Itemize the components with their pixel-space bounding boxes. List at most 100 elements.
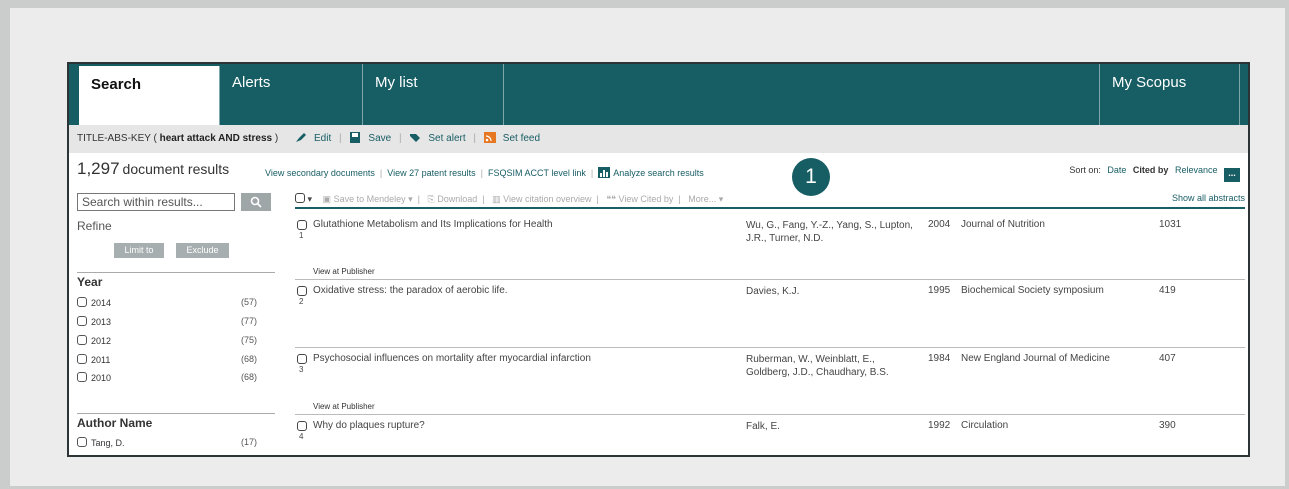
more-options-button[interactable]: ... xyxy=(1224,168,1240,182)
more-label: More... xyxy=(688,194,717,204)
chart-icon xyxy=(598,167,611,178)
query-bar: TITLE-ABS-KEY ( heart attack AND stress … xyxy=(69,125,1248,153)
document-authors[interactable]: Davies, K.J. xyxy=(746,285,921,298)
view-secondary-link[interactable]: View secondary documents xyxy=(265,168,375,178)
edit-query-button[interactable]: Edit xyxy=(295,133,334,144)
year-count: (68) xyxy=(240,372,257,382)
edit-label: Edit xyxy=(314,133,332,144)
tab-my-list[interactable]: My list xyxy=(363,64,504,125)
document-year: 1995 xyxy=(928,285,951,296)
sort-cited-by[interactable]: Cited by xyxy=(1133,165,1169,175)
outer-frame: Search Alerts My list My Scopus TITLE-AB… xyxy=(10,8,1285,486)
refine-title: Refine xyxy=(77,219,112,233)
row-checkbox[interactable] xyxy=(297,421,307,431)
year-label: 2013 xyxy=(91,317,112,327)
table-row: 1 Glutathione Metabolism and Its Implica… xyxy=(295,215,1245,280)
sort-relevance[interactable]: Relevance xyxy=(1175,165,1218,175)
checkbox[interactable] xyxy=(77,372,87,382)
checkbox[interactable] xyxy=(77,437,87,447)
query-suffix: ) xyxy=(274,133,279,144)
set-alert-button[interactable]: Set alert xyxy=(409,133,468,144)
row-number: 2 xyxy=(299,297,304,306)
exclude-button[interactable]: Exclude xyxy=(176,243,229,258)
document-title[interactable]: Oxidative stress: the paradox of aerobic… xyxy=(313,285,508,296)
row-checkbox[interactable] xyxy=(297,220,307,230)
document-source[interactable]: New England Journal of Medicine xyxy=(961,353,1110,364)
download-button[interactable]: ⎘ Download xyxy=(428,194,478,204)
save-icon xyxy=(350,132,361,143)
tab-search[interactable]: Search xyxy=(69,66,220,125)
table-row: 4 Why do plaques rupture? Falk, E. 1992 … xyxy=(295,416,1245,455)
view-patent-link[interactable]: View 27 patent results xyxy=(387,168,475,178)
document-source[interactable]: Circulation xyxy=(961,420,1008,431)
document-authors[interactable]: Ruberman, W., Weinblatt, E., Goldberg, J… xyxy=(746,353,921,379)
document-cited-by[interactable]: 1031 xyxy=(1159,219,1181,230)
save-label: Save xyxy=(368,133,392,144)
document-cited-by[interactable]: 390 xyxy=(1159,420,1176,431)
limit-to-button[interactable]: Limit to xyxy=(114,243,164,258)
year-count: (68) xyxy=(240,354,257,364)
select-all-checkbox[interactable] xyxy=(295,193,305,203)
scopus-results-screenshot: Search Alerts My list My Scopus TITLE-AB… xyxy=(67,62,1250,457)
year-count: (57) xyxy=(240,297,257,307)
year-label: 2012 xyxy=(91,336,112,346)
search-within-button[interactable] xyxy=(241,193,271,211)
mendeley-label: Save to Mendeley xyxy=(333,194,406,204)
author-filter-tang[interactable]: Tang, D. (17) xyxy=(77,437,257,451)
results-links: View secondary documents | View 27 patent … xyxy=(265,167,704,178)
results-toolbar: ▾ ▣ Save to Mendeley ▾ | ⎘ Download | ▥ Vi… xyxy=(295,193,1245,209)
checkbox[interactable] xyxy=(77,354,87,364)
checkbox[interactable] xyxy=(77,335,87,345)
query-terms: heart attack AND stress xyxy=(159,133,273,144)
search-within-input[interactable]: Search within results... xyxy=(77,193,235,211)
quote-icon: ❝❝ xyxy=(606,194,619,204)
save-to-mendeley-button[interactable]: ▣ Save to Mendeley ▾ xyxy=(323,194,413,204)
document-year: 1992 xyxy=(928,420,951,431)
document-cited-by[interactable]: 407 xyxy=(1159,353,1176,364)
tab-alerts[interactable]: Alerts xyxy=(220,64,363,125)
results-count: 1,297 document results xyxy=(77,159,229,179)
sort-controls: Sort on: Date Cited by Relevance ... xyxy=(1065,165,1240,182)
checkbox[interactable] xyxy=(77,297,87,307)
document-source[interactable]: Journal of Nutrition xyxy=(961,219,1045,230)
results-count-value: 1,297 xyxy=(77,159,120,178)
year-filter-2013[interactable]: 2013 (77) xyxy=(77,316,257,330)
tab-my-scopus[interactable]: My Scopus xyxy=(1099,64,1240,125)
checkbox[interactable] xyxy=(77,316,87,326)
save-query-button[interactable]: Save xyxy=(349,132,394,144)
row-checkbox[interactable] xyxy=(297,286,307,296)
row-number: 3 xyxy=(299,365,304,374)
document-year: 2004 xyxy=(928,219,951,230)
document-source[interactable]: Biochemical Society symposium xyxy=(961,285,1104,296)
analyze-results-link[interactable]: Analyze search results xyxy=(613,168,704,178)
document-authors[interactable]: Wu, G., Fang, Y.-Z., Yang, S., Lupton, J… xyxy=(746,219,921,245)
document-authors[interactable]: Falk, E. xyxy=(746,420,921,433)
sort-date[interactable]: Date xyxy=(1107,165,1126,175)
view-at-publisher-link[interactable]: View at Publisher xyxy=(313,402,375,411)
document-title[interactable]: Glutathione Metabolism and Its Implicati… xyxy=(313,219,553,230)
year-heading: Year xyxy=(77,272,275,289)
show-all-abstracts-link[interactable]: Show all abstracts xyxy=(1172,193,1245,203)
set-feed-button[interactable]: Set feed xyxy=(483,132,540,144)
sort-label: Sort on: xyxy=(1069,165,1101,175)
edit-icon xyxy=(296,133,306,142)
year-filter-2012[interactable]: 2012 (75) xyxy=(77,335,257,349)
row-checkbox[interactable] xyxy=(297,354,307,364)
fsqsim-link[interactable]: FSQSIM ACCT level link xyxy=(488,168,586,178)
more-actions-button[interactable]: More... ▾ xyxy=(688,194,723,204)
view-cited-by-button[interactable]: ❝❝ View Cited by xyxy=(606,194,673,204)
chevron-down-icon[interactable]: ▾ xyxy=(305,194,313,204)
document-title[interactable]: Why do plaques rupture? xyxy=(313,420,425,431)
document-title[interactable]: Psychosocial influences on mortality aft… xyxy=(313,353,591,364)
document-cited-by[interactable]: 419 xyxy=(1159,285,1176,296)
callout-badge: 1 xyxy=(792,158,830,196)
citation-overview-button[interactable]: ▥ View citation overview xyxy=(492,194,591,204)
citation-overview-label: View citation overview xyxy=(503,194,592,204)
year-filter-2011[interactable]: 2011 (68) xyxy=(77,354,257,368)
author-name-heading: Author Name xyxy=(77,413,275,430)
download-icon: ⎘ xyxy=(427,194,438,204)
view-at-publisher-link[interactable]: View at Publisher xyxy=(313,267,375,276)
table-row: 3 Psychosocial influences on mortality a… xyxy=(295,349,1245,415)
year-filter-2014[interactable]: 2014 (57) xyxy=(77,297,257,311)
year-filter-2010[interactable]: 2010 (68) xyxy=(77,372,257,386)
